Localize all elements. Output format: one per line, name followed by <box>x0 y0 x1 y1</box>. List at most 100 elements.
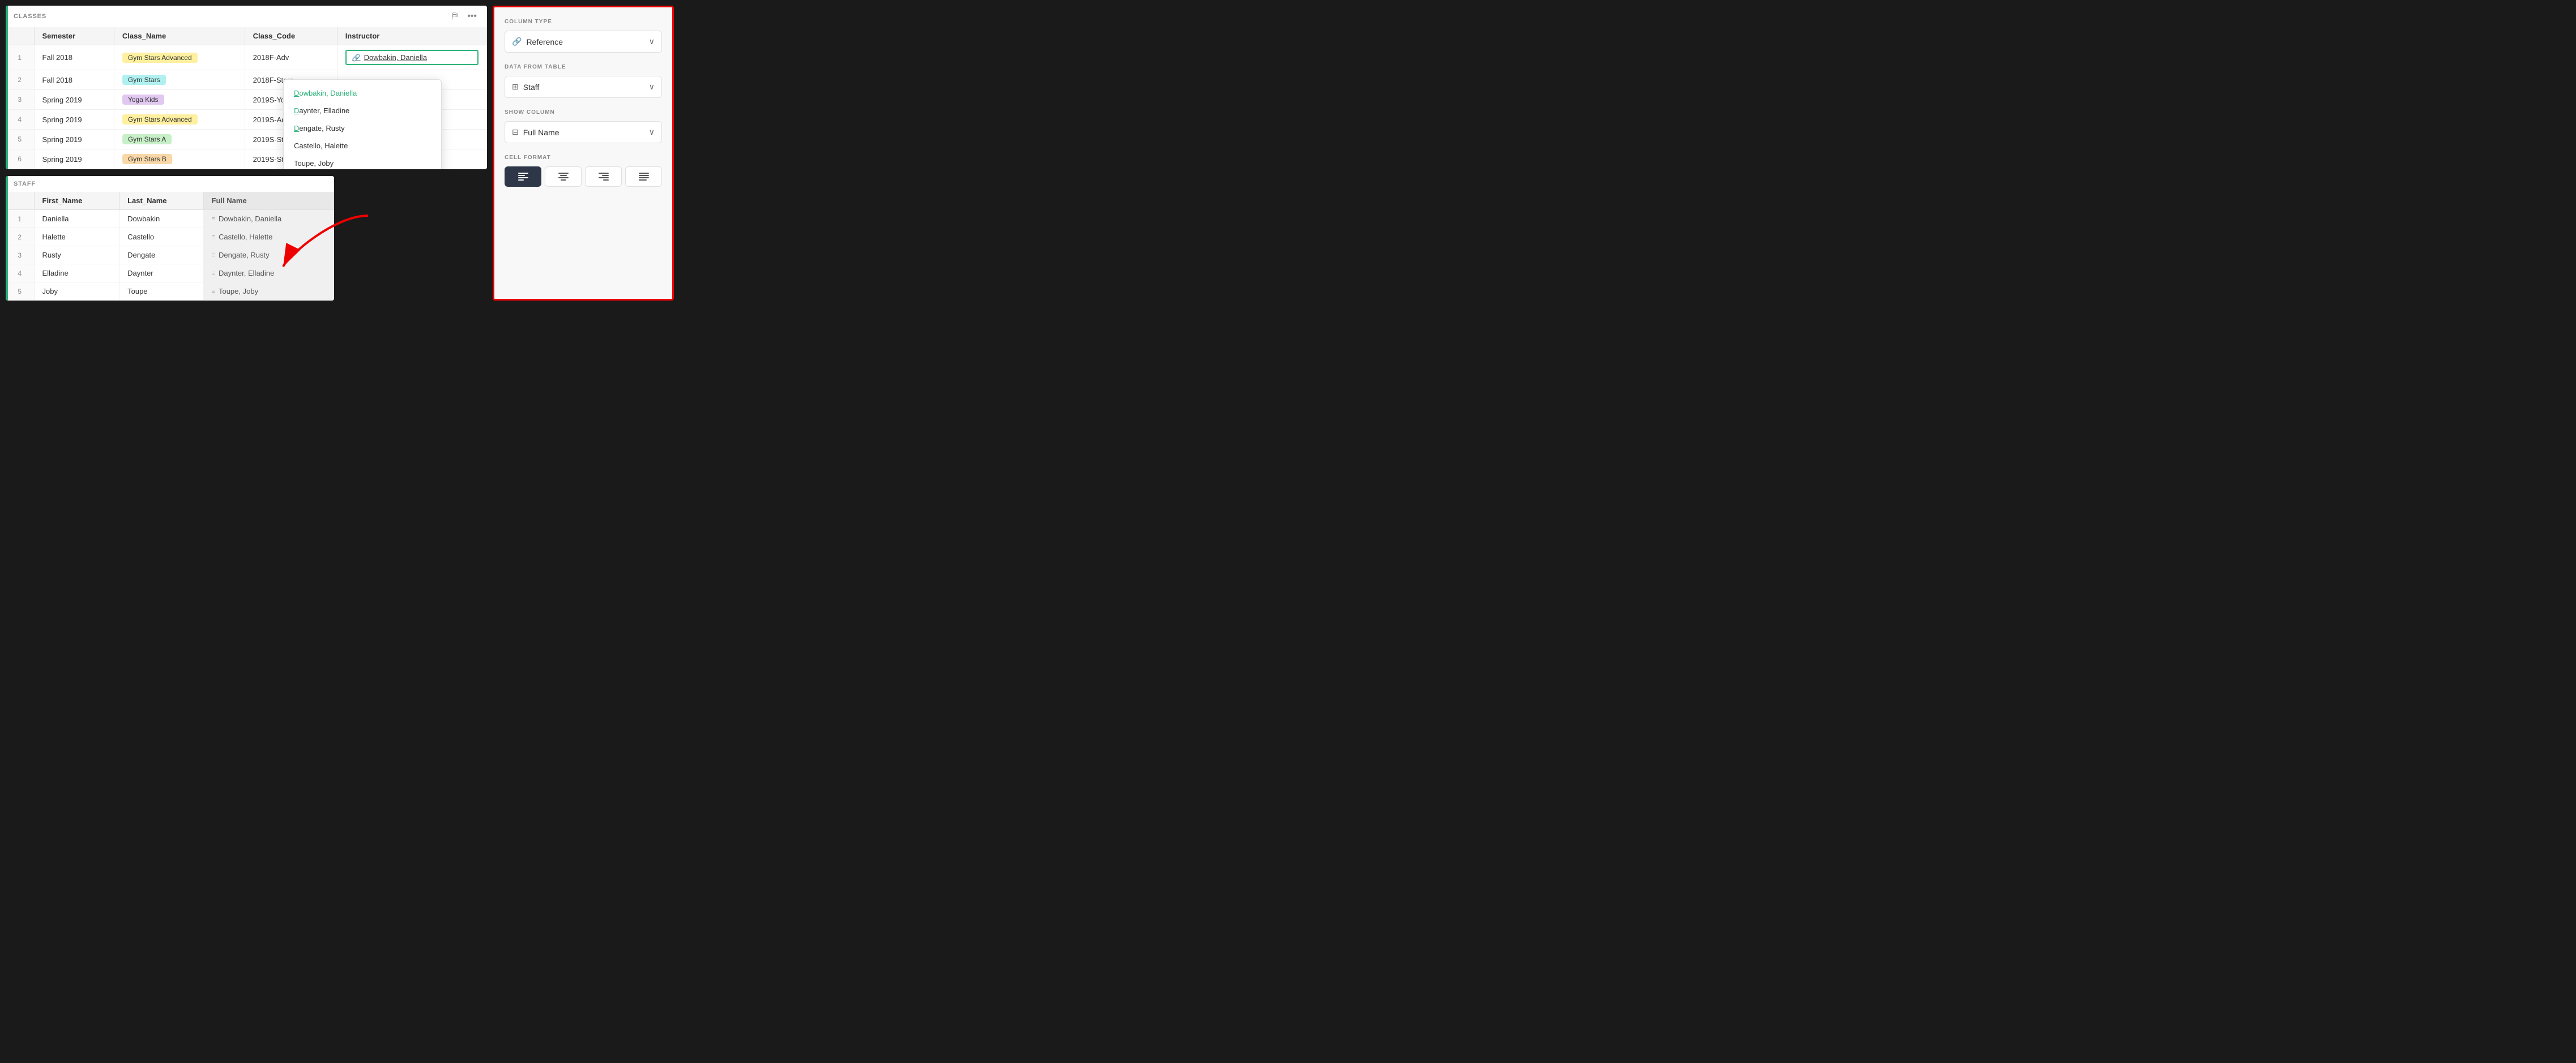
classes-row: 1Fall 2018Gym Stars Advanced2018F-Adv🔗Do… <box>6 45 487 70</box>
dropdown-item-1[interactable]: Dowbakin, Daniella <box>284 84 441 102</box>
semester-cell: Fall 2018 <box>34 45 114 70</box>
staff-row-num: 4 <box>6 264 34 282</box>
column-type-select-left: 🔗 Reference <box>512 37 563 46</box>
data-from-table-select-left: ⊞ Staff <box>512 82 539 92</box>
row-num: 4 <box>6 110 34 130</box>
classes-table: CLASSES ⛿ ••• Semester Class_Name Class_… <box>6 6 487 169</box>
staff-row: 2HaletteCastello≡Castello, Halette <box>6 228 334 246</box>
staff-left-bar <box>6 176 8 301</box>
row-num: 1 <box>6 45 34 70</box>
row-num: 3 <box>6 90 34 110</box>
staff-header-bar: STAFF <box>6 176 334 192</box>
class-name-cell: Yoga Kids <box>114 90 245 110</box>
col-class-code: Class_Code <box>245 27 337 45</box>
data-from-table-chevron: ∨ <box>649 82 655 92</box>
first-name-cell: Rusty <box>34 246 119 264</box>
semester-cell: Fall 2018 <box>34 70 114 90</box>
last-name-cell: Castello <box>119 228 203 246</box>
staff-row-num: 5 <box>6 282 34 301</box>
staff-table: STAFF First_Name Last_Name Full Name 1Da… <box>6 176 334 301</box>
cell-format-label: CELL FORMAT <box>505 155 662 161</box>
last-name-cell: Daynter <box>119 264 203 282</box>
classes-actions: ⛿ ••• <box>450 10 479 23</box>
full-name-cell: ≡Daynter, Elladine <box>203 264 334 282</box>
format-buttons <box>505 166 662 187</box>
dropdown-item-4[interactable]: Castello, Halette <box>284 137 441 155</box>
dark-area <box>334 176 487 301</box>
show-column-select[interactable]: ⊟ Full Name ∨ <box>505 121 662 143</box>
dropdown-item-2[interactable]: Daynter, Elladine <box>284 102 441 119</box>
staff-title: STAFF <box>14 181 36 187</box>
classes-title: CLASSES <box>14 13 46 20</box>
show-column-value: Full Name <box>523 128 559 137</box>
staff-row-num: 3 <box>6 246 34 264</box>
classes-left-bar <box>6 6 8 169</box>
staff-col-fullname: Full Name <box>203 192 334 210</box>
column-type-value: Reference <box>526 37 563 46</box>
staff-col-last: Last_Name <box>119 192 203 210</box>
full-name-cell: ≡Toupe, Joby <box>203 282 334 301</box>
cell-format-section: CELL FORMAT <box>505 155 662 187</box>
instructor-cell[interactable]: 🔗Dowbakin, Daniella <box>337 45 486 70</box>
first-name-cell: Elladine <box>34 264 119 282</box>
dropdown-item-3[interactable]: Dengate, Rusty <box>284 119 441 137</box>
full-name-cell: ≡Dowbakin, Daniella <box>203 210 334 228</box>
last-name-cell: Dengate <box>119 246 203 264</box>
col-class-name: Class_Name <box>114 27 245 45</box>
class-name-cell: Gym Stars Advanced <box>114 45 245 70</box>
staff-row: 5JobyToupe≡Toupe, Joby <box>6 282 334 301</box>
semester-cell: Spring 2019 <box>34 149 114 169</box>
full-name-cell: ≡Castello, Halette <box>203 228 334 246</box>
last-name-cell: Dowbakin <box>119 210 203 228</box>
staff-row-num: 2 <box>6 228 34 246</box>
last-name-cell: Toupe <box>119 282 203 301</box>
dropdown-item-5[interactable]: Toupe, Joby <box>284 155 441 169</box>
semester-cell: Spring 2019 <box>34 130 114 149</box>
instructor-dropdown: Dowbakin, Daniella Daynter, Elladine Den… <box>283 79 442 169</box>
staff-col-first: First_Name <box>34 192 119 210</box>
staff-col-num <box>6 192 34 210</box>
link-icon: 🔗 <box>512 37 522 46</box>
right-panel: COLUMN TYPE 🔗 Reference ∨ DATA FROM TABL… <box>493 6 674 301</box>
class-name-cell: Gym Stars A <box>114 130 245 149</box>
col-instructor: Instructor <box>337 27 486 45</box>
class-name-cell: Gym Stars B <box>114 149 245 169</box>
staff-row: 1DaniellaDowbakin≡Dowbakin, Daniella <box>6 210 334 228</box>
staff-data-table: First_Name Last_Name Full Name 1Daniella… <box>6 192 334 301</box>
show-column-chevron: ∨ <box>649 127 655 137</box>
show-column-label: SHOW COLUMN <box>505 109 662 115</box>
first-name-cell: Daniella <box>34 210 119 228</box>
column-type-label: COLUMN TYPE <box>505 19 662 25</box>
row-num: 2 <box>6 70 34 90</box>
format-align-left[interactable] <box>505 166 541 187</box>
format-align-center[interactable] <box>545 166 582 187</box>
first-name-cell: Joby <box>34 282 119 301</box>
row-num: 5 <box>6 130 34 149</box>
show-column-select-left: ⊟ Full Name <box>512 127 559 137</box>
classes-header-row: Semester Class_Name Class_Code Instructo… <box>6 27 487 45</box>
format-align-justify[interactable] <box>625 166 662 187</box>
more-button[interactable]: ••• <box>465 10 479 23</box>
column-type-chevron: ∨ <box>649 37 655 46</box>
semester-cell: Spring 2019 <box>34 90 114 110</box>
staff-row-num: 1 <box>6 210 34 228</box>
col-row-num <box>6 27 34 45</box>
column-type-select[interactable]: 🔗 Reference ∨ <box>505 31 662 53</box>
staff-header-row: First_Name Last_Name Full Name <box>6 192 334 210</box>
data-from-table-value: Staff <box>523 83 540 92</box>
staff-area: STAFF First_Name Last_Name Full Name 1Da… <box>6 176 487 301</box>
column-icon: ⊟ <box>512 127 519 137</box>
first-name-cell: Halette <box>34 228 119 246</box>
class-name-cell: Gym Stars Advanced <box>114 110 245 130</box>
class-code-cell: 2018F-Adv <box>245 45 337 70</box>
semester-cell: Spring 2019 <box>34 110 114 130</box>
row-num: 6 <box>6 149 34 169</box>
filter-button[interactable]: ⛿ <box>450 10 461 23</box>
data-from-table-select[interactable]: ⊞ Staff ∨ <box>505 76 662 98</box>
table-icon: ⊞ <box>512 82 519 92</box>
format-align-right[interactable] <box>585 166 622 187</box>
classes-header-bar: CLASSES ⛿ ••• <box>6 6 487 27</box>
staff-row: 3RustyDengate≡Dengate, Rusty <box>6 246 334 264</box>
full-name-cell: ≡Dengate, Rusty <box>203 246 334 264</box>
col-semester: Semester <box>34 27 114 45</box>
